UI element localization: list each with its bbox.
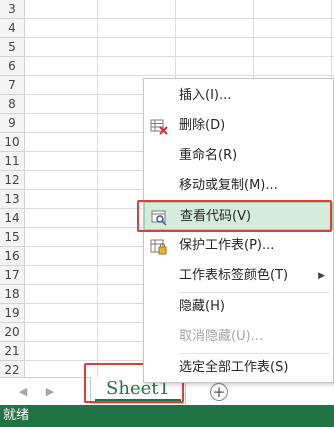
menu-item-hide[interactable]: 隐藏(H) [144,293,333,321]
row-cells[interactable] [25,0,334,19]
row-number[interactable]: 16 [0,247,25,266]
menu-item-label: 取消隐藏(U)... [179,329,264,344]
row-number[interactable]: 21 [0,342,25,361]
row-number[interactable]: 14 [0,209,25,228]
row-number[interactable]: 3 [0,0,25,19]
menu-item-select-all-sheets[interactable]: 选定全部工作表(S) [144,354,333,382]
row-number[interactable]: 10 [0,133,25,152]
row-number[interactable]: 15 [0,228,25,247]
menu-item-protect-sheet[interactable]: 保护工作表(P)... [144,232,333,260]
row-cells[interactable] [25,57,334,76]
menu-item-label: 工作表标签颜色(T) [179,268,289,283]
menu-item-label: 删除(D) [179,118,226,133]
menu-item-tab-color[interactable]: 工作表标签颜色(T) ▶ [144,262,333,290]
row-cells[interactable] [25,38,334,57]
menu-item-view-code[interactable]: 查看代码(V) [144,202,333,230]
row-number[interactable]: 9 [0,114,25,133]
sheet-context-menu: 插入(I)... 删除(D) 重命名(R) 移动或复制(M)... 查看代码(V… [143,78,334,383]
scroll-tabs-right-icon[interactable]: ▶ [45,385,55,398]
menu-item-label: 查看代码(V) [180,209,252,224]
submenu-arrow-icon: ▶ [318,271,325,281]
menu-item-label: 重命名(R) [179,148,238,163]
row-number[interactable]: 11 [0,152,25,171]
grid-row: 4 [0,19,334,38]
menu-item-delete[interactable]: 删除(D) [144,112,333,140]
add-sheet-icon[interactable]: + [210,383,228,401]
grid-row: 6 [0,57,334,76]
scroll-tabs-left-icon[interactable]: ◀ [18,385,28,398]
row-number[interactable]: 17 [0,266,25,285]
status-bar: 就绪 [0,405,334,427]
menu-item-label: 隐藏(H) [179,299,225,314]
status-text: 就绪 [3,408,30,423]
row-number[interactable]: 5 [0,38,25,57]
row-number[interactable]: 12 [0,171,25,190]
view-code-icon [151,209,169,226]
row-number[interactable]: 19 [0,304,25,323]
menu-item-label: 移动或复制(M)... [179,178,278,193]
row-number[interactable]: 4 [0,19,25,38]
menu-item-label: 选定全部工作表(S) [179,360,289,375]
row-number[interactable]: 6 [0,57,25,76]
row-number[interactable]: 18 [0,285,25,304]
menu-item-insert[interactable]: 插入(I)... [144,82,333,110]
menu-item-label: 插入(I)... [179,88,232,103]
row-number[interactable]: 20 [0,323,25,342]
row-number[interactable]: 13 [0,190,25,209]
row-number[interactable]: 7 [0,76,25,95]
protect-sheet-icon [150,238,168,255]
grid-row: 3 [0,0,334,19]
grid-row: 5 [0,38,334,57]
menu-item-rename[interactable]: 重命名(R) [144,142,333,170]
menu-item-unhide: 取消隐藏(U)... [144,323,333,351]
menu-item-label: 保护工作表(P)... [179,238,275,253]
row-cells[interactable] [25,19,334,38]
menu-item-move-or-copy[interactable]: 移动或复制(M)... [144,172,333,200]
row-number[interactable]: 8 [0,95,25,114]
delete-sheet-icon [150,118,168,135]
